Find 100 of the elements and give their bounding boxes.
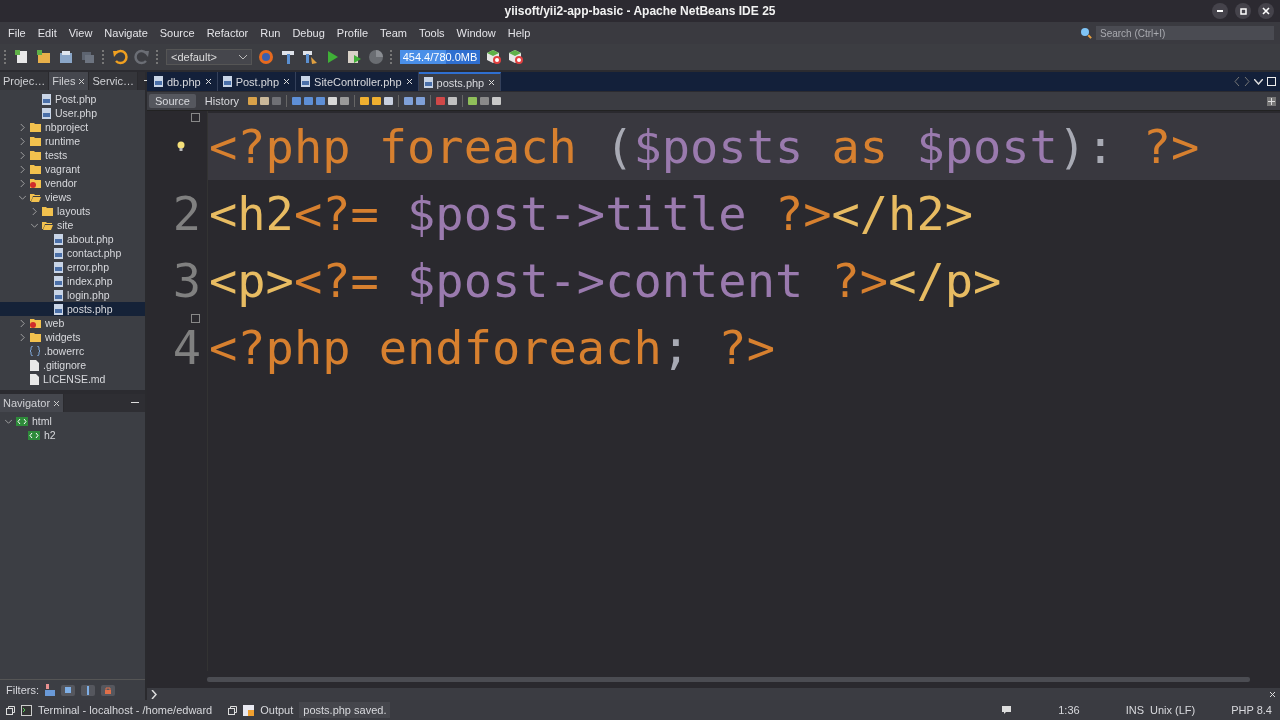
- filter-button[interactable]: [81, 684, 95, 696]
- menu-item[interactable]: Refactor: [200, 27, 255, 39]
- tree-item[interactable]: vagrant: [0, 162, 145, 176]
- notification-icon[interactable]: [1001, 705, 1013, 715]
- tree-item[interactable]: site: [0, 218, 145, 232]
- tree-item[interactable]: .bowerrc: [0, 344, 145, 358]
- gc-icon[interactable]: [486, 49, 502, 65]
- configuration-select[interactable]: <default>: [166, 49, 252, 65]
- tree-item[interactable]: about.php: [0, 232, 145, 246]
- previous-icon[interactable]: [1234, 77, 1240, 86]
- menu-item[interactable]: Help: [501, 27, 537, 39]
- tree-item[interactable]: error.php: [0, 260, 145, 274]
- new-file-icon[interactable]: [14, 49, 30, 65]
- fold-icon[interactable]: [191, 314, 200, 323]
- tree-item[interactable]: layouts: [0, 204, 145, 218]
- menu-item[interactable]: View: [62, 27, 99, 39]
- close-icon[interactable]: [53, 399, 61, 407]
- php-file-icon: [54, 289, 63, 301]
- view-tab[interactable]: Source: [149, 94, 196, 108]
- menu-item[interactable]: Window: [450, 27, 502, 39]
- close-icon[interactable]: [283, 78, 291, 85]
- tree-item[interactable]: index.php: [0, 274, 145, 288]
- next-icon[interactable]: [1244, 77, 1250, 86]
- fold-icon[interactable]: [191, 113, 200, 122]
- tag-icon: [28, 430, 40, 440]
- hammer-icon[interactable]: [280, 49, 296, 65]
- code-line: <?php endforeach; ?>: [208, 320, 775, 375]
- menu-item[interactable]: Tools: [412, 27, 451, 39]
- menu-item[interactable]: Debug: [286, 27, 331, 39]
- memory-meter[interactable]: 454.4/780.0MB: [400, 50, 480, 64]
- tree-item[interactable]: vendor: [0, 176, 145, 190]
- clean-build-icon[interactable]: [302, 49, 318, 65]
- close-icon[interactable]: [1269, 690, 1276, 698]
- menu-item[interactable]: Team: [374, 27, 413, 39]
- new-project-icon[interactable]: [36, 49, 52, 65]
- tree-item[interactable]: Post.php: [0, 92, 145, 106]
- navigator-item[interactable]: h2: [0, 428, 145, 442]
- menu-item[interactable]: Edit: [31, 27, 63, 39]
- tree-item[interactable]: web: [0, 316, 145, 330]
- menu-item[interactable]: Source: [153, 27, 201, 39]
- editor-tab[interactable]: posts.php: [418, 72, 502, 91]
- close-icon[interactable]: [405, 78, 413, 85]
- editor-tab[interactable]: Post.php: [217, 72, 297, 91]
- tree-item[interactable]: views: [0, 190, 145, 204]
- lightbulb-icon[interactable]: [177, 141, 185, 151]
- debug-icon[interactable]: [346, 49, 362, 65]
- tree-item[interactable]: widgets: [0, 330, 145, 344]
- tree-item[interactable]: User.php: [0, 106, 145, 120]
- file-icon: [30, 359, 39, 371]
- minimize-button[interactable]: [1212, 3, 1228, 19]
- undo-icon[interactable]: [112, 49, 128, 65]
- tree-item[interactable]: nbproject: [0, 120, 145, 134]
- tree-item[interactable]: tests: [0, 148, 145, 162]
- folder-error-icon: [30, 178, 41, 188]
- menu-item[interactable]: Navigate: [98, 27, 154, 39]
- tree-item[interactable]: contact.php: [0, 246, 145, 260]
- tree-item[interactable]: .gitignore: [0, 358, 145, 372]
- editor-tab[interactable]: SiteController.php: [296, 72, 419, 91]
- search-field[interactable]: Search (Ctrl+I): [1096, 26, 1274, 40]
- close-icon[interactable]: [488, 79, 496, 86]
- tree-item[interactable]: runtime: [0, 134, 145, 148]
- scrollbar[interactable]: [207, 677, 1250, 682]
- terminal-tab[interactable]: Terminal - localhost - /home/edward: [38, 704, 213, 716]
- filter-button[interactable]: [101, 684, 115, 696]
- menu-item[interactable]: Run: [254, 27, 287, 39]
- filter-button[interactable]: [61, 684, 75, 696]
- output-icon[interactable]: [243, 704, 255, 716]
- php-file-icon: [423, 77, 433, 88]
- filter-icon[interactable]: [45, 684, 55, 696]
- restore-icon[interactable]: [6, 705, 15, 715]
- braces-icon: [30, 346, 40, 356]
- code-line: <p><?= $post->content ?></p>: [208, 253, 1002, 308]
- close-icon[interactable]: [78, 77, 86, 85]
- close-icon[interactable]: [204, 78, 212, 85]
- panel-tab[interactable]: Files: [49, 72, 90, 90]
- open-project-icon[interactable]: [58, 49, 74, 65]
- output-tab[interactable]: Output: [260, 704, 294, 716]
- caret-icon[interactable]: [239, 54, 247, 60]
- tree-item[interactable]: login.php: [0, 288, 145, 302]
- navigator-item[interactable]: html: [0, 414, 145, 428]
- restore-icon[interactable]: [228, 705, 238, 715]
- maximize-button[interactable]: [1235, 3, 1251, 19]
- panel-tab[interactable]: Projec…: [0, 72, 50, 90]
- browser-icon[interactable]: [258, 49, 274, 65]
- editor-tab[interactable]: db.php: [149, 72, 218, 91]
- search-icon[interactable]: [1080, 27, 1093, 39]
- profile-icon[interactable]: [368, 49, 384, 65]
- panel-tab[interactable]: Navigator: [0, 394, 65, 412]
- gc-icon[interactable]: [508, 49, 524, 65]
- terminal-icon[interactable]: [21, 704, 32, 716]
- code-line: <?php foreach ($posts as $post): ?>: [208, 119, 1200, 174]
- menu-item[interactable]: File: [2, 27, 32, 39]
- tree-item[interactable]: posts.php: [0, 302, 145, 316]
- view-tab[interactable]: History: [198, 94, 246, 108]
- tree-item[interactable]: LICENSE.md: [0, 372, 145, 386]
- maximize-icon[interactable]: [1267, 77, 1276, 86]
- panel-tab[interactable]: Servic…: [89, 72, 138, 90]
- close-button[interactable]: [1258, 3, 1274, 19]
- menu-item[interactable]: Profile: [330, 27, 374, 39]
- add-icon[interactable]: [1267, 96, 1276, 106]
